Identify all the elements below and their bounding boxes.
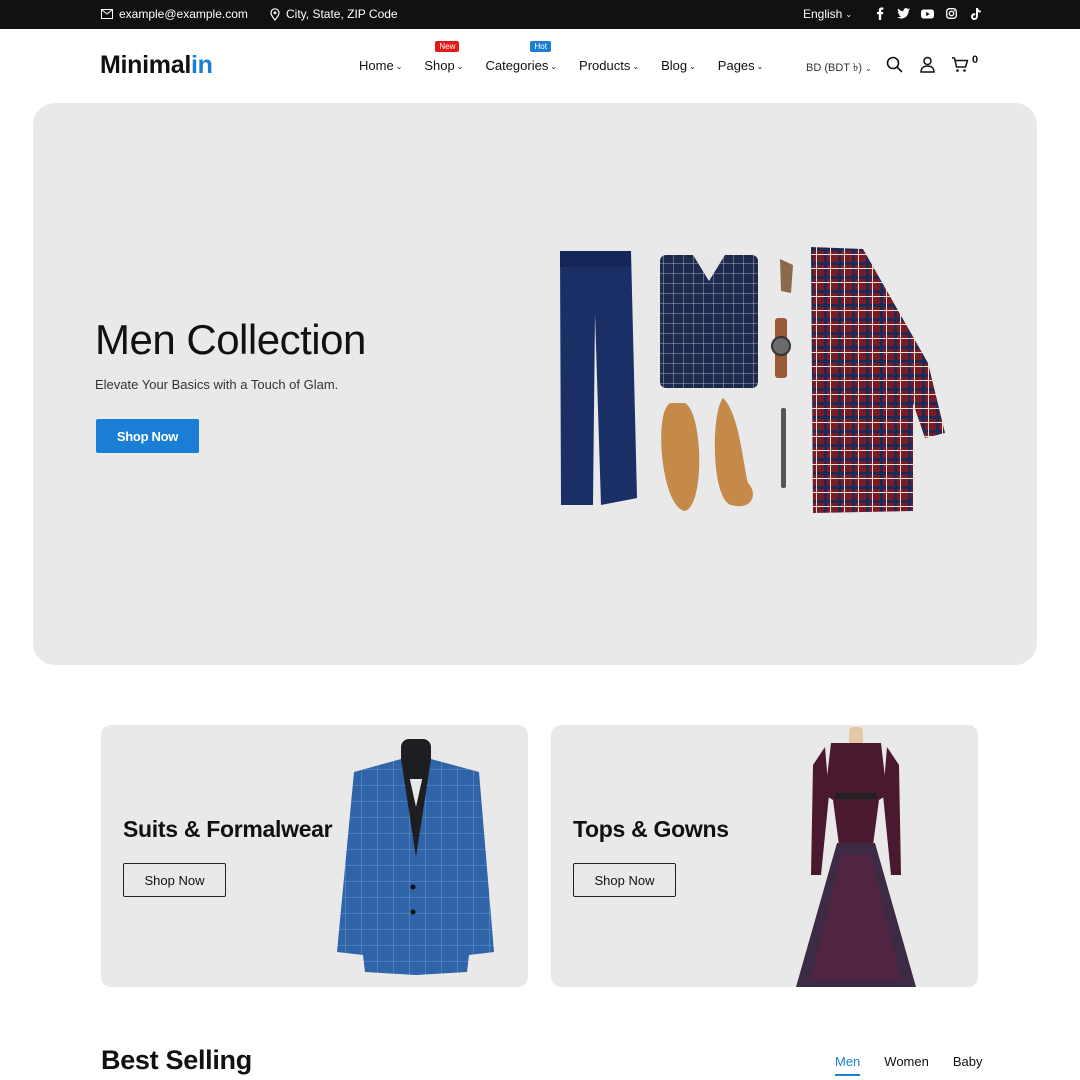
cart-count-badge: 0 bbox=[972, 54, 979, 66]
new-badge: New bbox=[435, 41, 460, 52]
language-label: English bbox=[803, 7, 843, 21]
hero-banner: Men Collection Elevate Your Basics with … bbox=[33, 103, 1037, 665]
mail-icon bbox=[101, 9, 113, 19]
gown-dress-image bbox=[796, 727, 916, 987]
main-header: Minimalin Home ⌄ New Shop ⌄ Hot Categori… bbox=[0, 29, 1080, 102]
language-selector[interactable]: English ⌄ bbox=[803, 7, 852, 21]
nav-label: Pages bbox=[717, 58, 755, 73]
site-logo[interactable]: Minimalin bbox=[100, 51, 213, 80]
nav-label: Products bbox=[579, 58, 631, 73]
user-account-icon[interactable] bbox=[919, 56, 937, 74]
chevron-down-icon: ⌄ bbox=[865, 64, 872, 73]
hot-badge: Hot bbox=[530, 41, 551, 52]
best-selling-tabs: Men Women Baby bbox=[835, 1054, 983, 1076]
tab-women[interactable]: Women bbox=[884, 1054, 929, 1069]
hero-subtitle: Elevate Your Basics with a Touch of Glam… bbox=[95, 377, 339, 392]
nav-item-home[interactable]: Home ⌄ bbox=[359, 58, 402, 73]
best-selling-title: Best Selling bbox=[101, 1045, 252, 1075]
youtube-icon[interactable] bbox=[920, 6, 935, 21]
card-shop-now-button[interactable]: Shop Now bbox=[573, 863, 676, 897]
nav-label: Shop bbox=[424, 58, 455, 73]
currency-label: BD (BDT ৳) bbox=[806, 62, 862, 74]
twitter-icon[interactable] bbox=[896, 6, 911, 21]
top-bar: example@example.com City, State, ZIP Cod… bbox=[0, 0, 1080, 29]
nav-label: Home bbox=[359, 58, 394, 73]
suit-jacket-image bbox=[337, 739, 494, 975]
main-nav: Home ⌄ New Shop ⌄ Hot Categories ⌄ Produ… bbox=[359, 41, 764, 73]
shopping-cart-icon[interactable] bbox=[951, 56, 969, 74]
card-title: Tops & Gowns bbox=[573, 816, 729, 842]
contact-email[interactable]: example@example.com bbox=[101, 7, 248, 21]
nav-item-categories[interactable]: Hot Categories ⌄ bbox=[485, 41, 558, 73]
chevron-down-icon: ⌄ bbox=[395, 61, 403, 71]
men-collection-image bbox=[560, 247, 945, 513]
logo-accent-text: in bbox=[190, 51, 213, 79]
nav-item-products[interactable]: Products ⌄ bbox=[579, 58, 639, 73]
nav-item-blog[interactable]: Blog ⌄ bbox=[661, 58, 696, 73]
contact-address: City, State, ZIP Code bbox=[270, 7, 398, 21]
chevron-down-icon: ⌄ bbox=[689, 61, 696, 71]
nav-item-shop[interactable]: New Shop ⌄ bbox=[424, 41, 464, 73]
category-card-suits[interactable]: Suits & Formalwear Shop Now bbox=[101, 725, 528, 987]
nav-item-pages[interactable]: Pages ⌄ bbox=[718, 58, 764, 73]
chevron-down-icon: ⌄ bbox=[550, 61, 558, 71]
logo-main-text: Minimal bbox=[100, 51, 191, 79]
email-text: example@example.com bbox=[119, 7, 248, 21]
nav-label: Categories bbox=[485, 58, 549, 73]
instagram-icon[interactable] bbox=[944, 6, 959, 21]
facebook-icon[interactable] bbox=[872, 6, 887, 21]
tiktok-icon[interactable] bbox=[968, 6, 983, 21]
tab-men[interactable]: Men bbox=[835, 1054, 861, 1076]
hero-shop-now-button[interactable]: Shop Now bbox=[96, 419, 199, 453]
location-pin-icon bbox=[270, 7, 280, 21]
category-card-gowns[interactable]: Tops & Gowns Shop Now bbox=[551, 725, 978, 987]
chevron-down-icon: ⌄ bbox=[845, 9, 853, 19]
chevron-down-icon: ⌄ bbox=[456, 61, 464, 71]
search-icon[interactable] bbox=[886, 56, 904, 74]
address-text: City, State, ZIP Code bbox=[286, 7, 398, 21]
chevron-down-icon: ⌄ bbox=[756, 61, 764, 71]
nav-label: Blog bbox=[661, 58, 688, 73]
chevron-down-icon: ⌄ bbox=[632, 61, 640, 71]
hero-title: Men Collection bbox=[95, 316, 366, 363]
social-links bbox=[872, 6, 983, 21]
currency-selector[interactable]: BD (BDT ৳) ⌄ bbox=[806, 59, 872, 78]
card-title: Suits & Formalwear bbox=[123, 816, 333, 842]
tab-baby[interactable]: Baby bbox=[953, 1054, 983, 1069]
card-shop-now-button[interactable]: Shop Now bbox=[123, 863, 226, 897]
